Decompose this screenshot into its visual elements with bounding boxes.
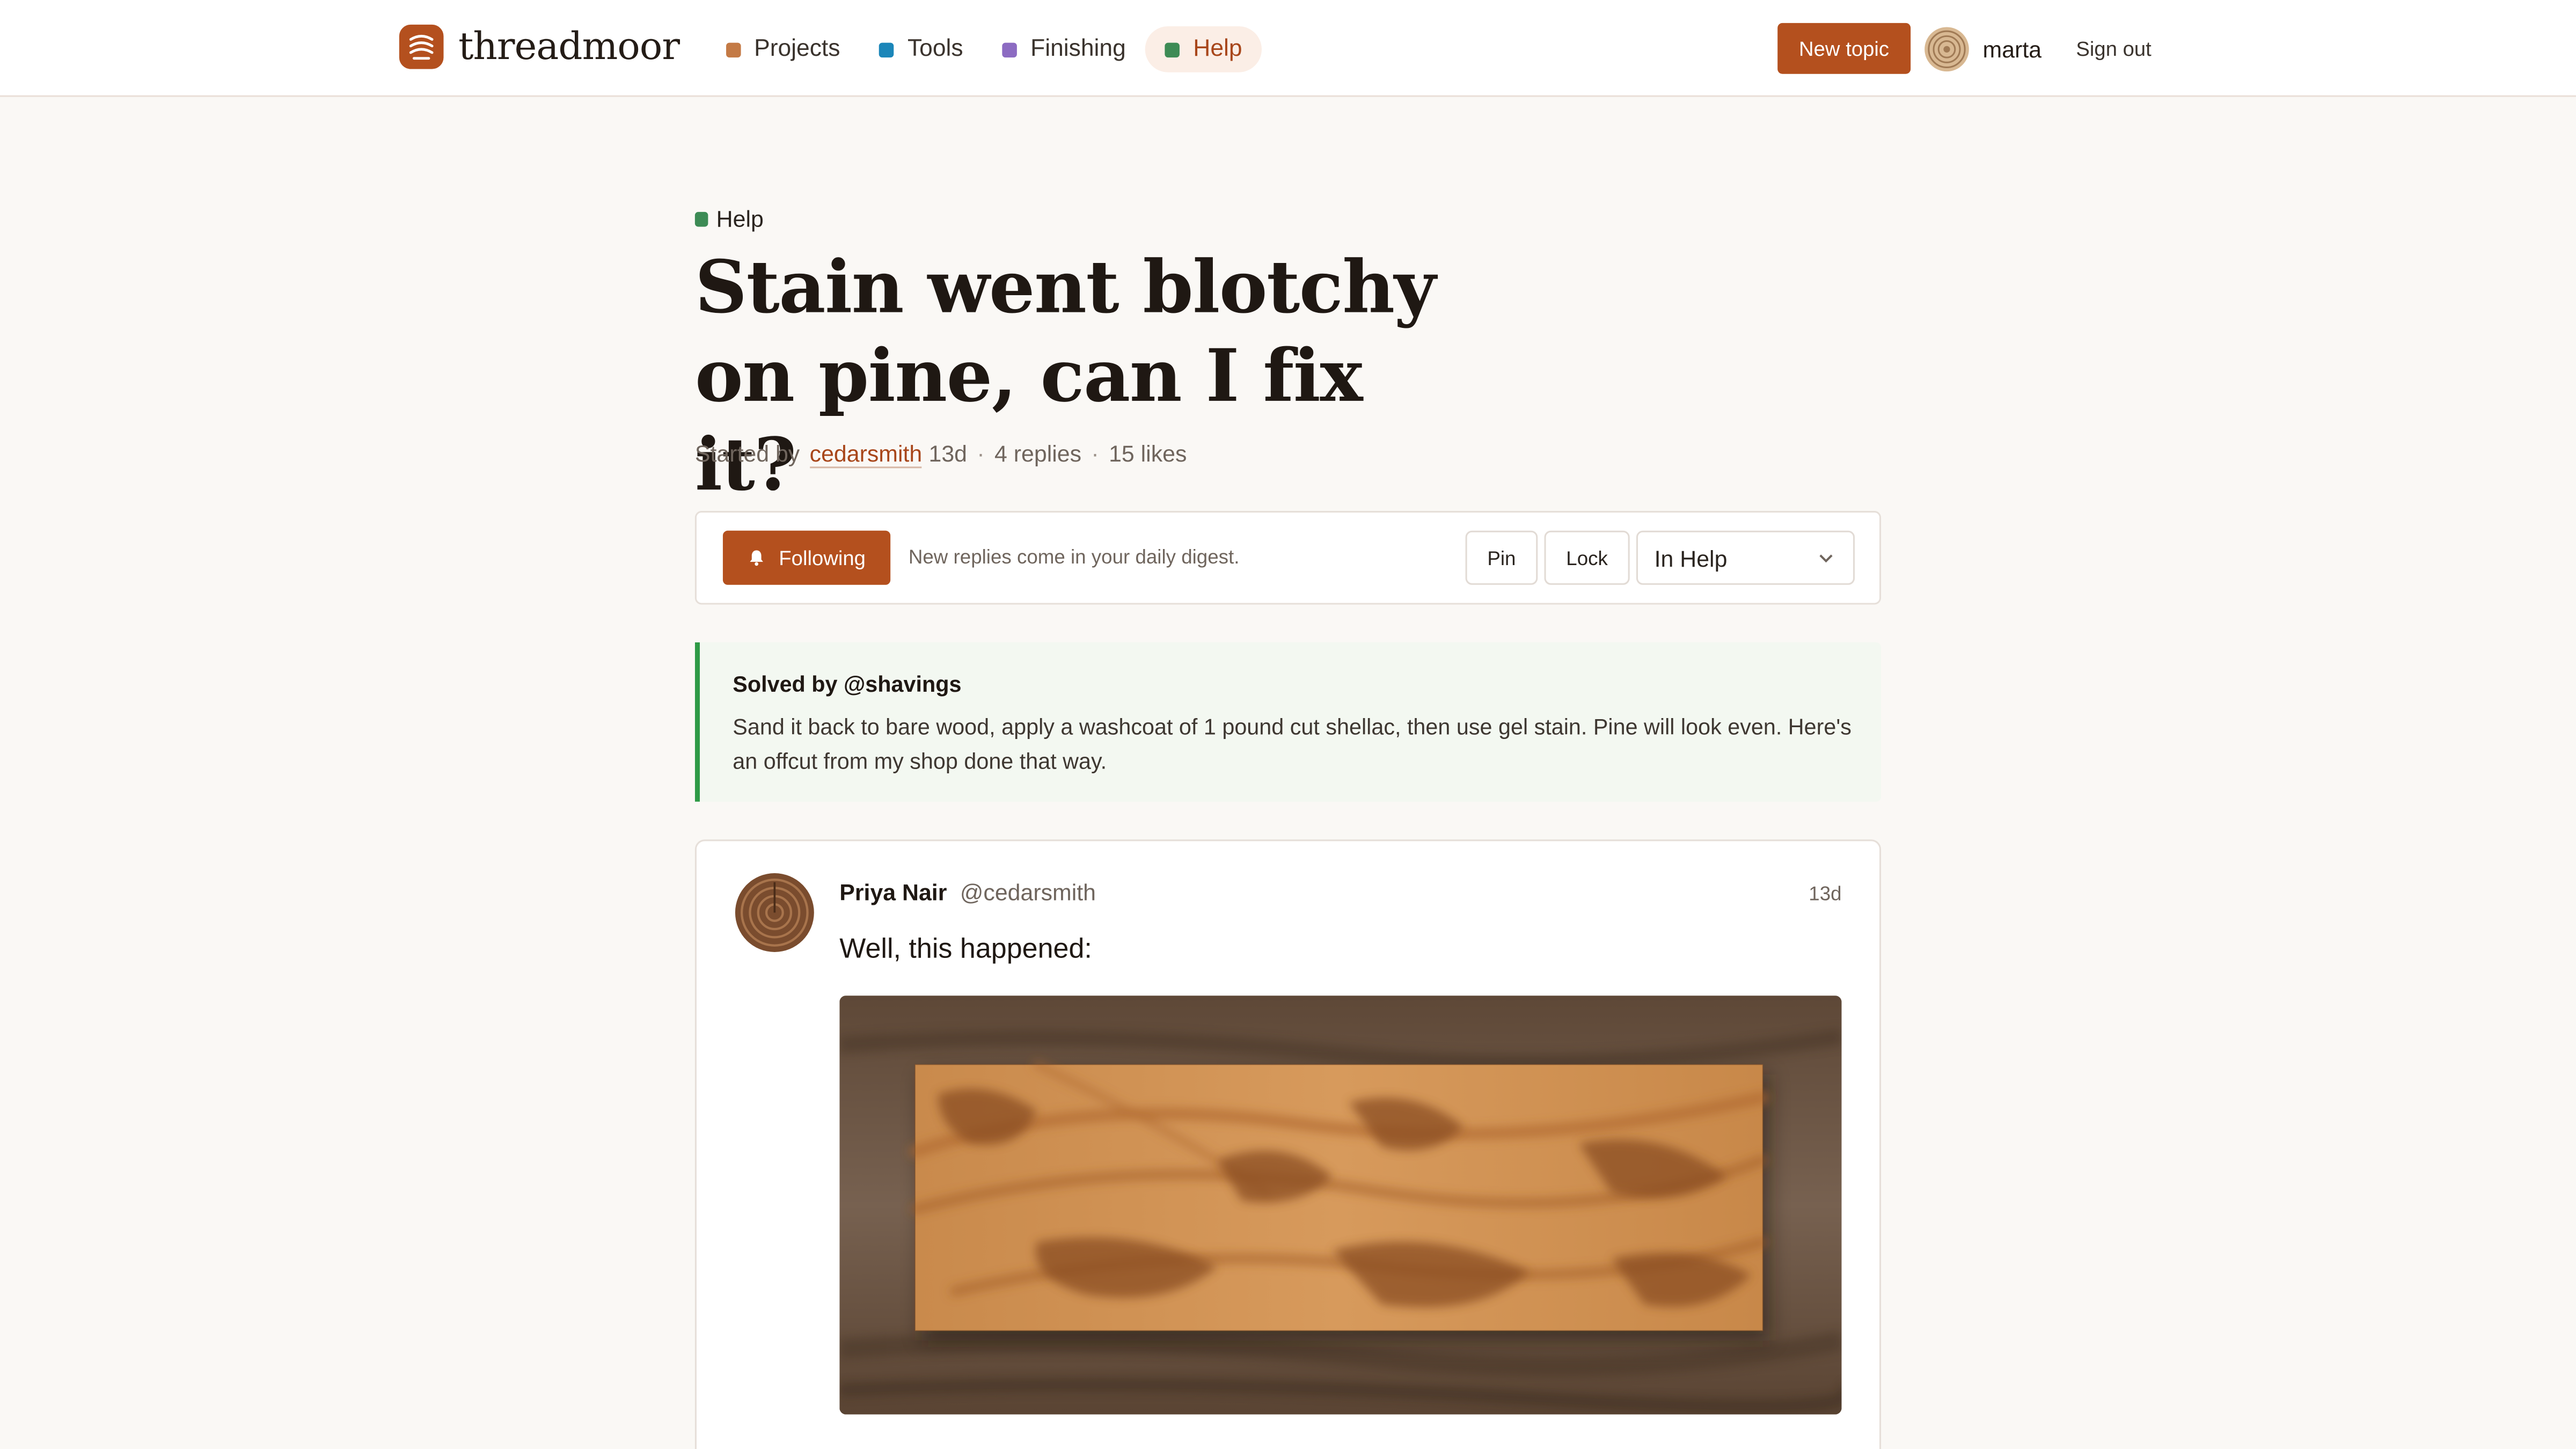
bell-icon [750,550,764,566]
solution-heading: Solved by @shavings [733,672,962,697]
following-button[interactable]: Following [722,530,891,585]
started-by-label: Started by [694,440,800,467]
user-avatar[interactable] [1923,25,1970,71]
post-author-avatar[interactable] [734,872,815,953]
brand-logo-icon [399,24,444,69]
header-actions: New topic marta Sign out [1777,23,2151,74]
solution-body: Sand it back to bare wood, apply a washc… [733,714,1851,774]
meta-separator: · [977,440,985,467]
nav-item-projects[interactable]: Projects [706,26,860,72]
nav-item-help[interactable]: Help [1145,26,1262,72]
brand[interactable]: threadmoor [399,24,680,69]
solution-callout: Solved by @shavings Sand it back to bare… [694,642,1882,802]
follow-note: New replies come in your daily digest. [908,545,1240,569]
finishing-color-icon [1002,42,1018,57]
topic-category[interactable]: Help [694,205,764,232]
nav-item-label: Tools [907,36,963,63]
category-nav: Projects Tools Finishing Help [706,26,1262,72]
like-count: 15 likes [1109,440,1187,467]
category-select[interactable]: In Help [1636,530,1855,585]
category-select-value: In Help [1654,544,1728,571]
tools-color-icon [879,42,895,57]
user-name[interactable]: marta [1983,35,2042,62]
topic-meta: Started by cedarsmith 13d · 4 replies · … [694,440,1187,469]
topic-title: Stain went blotchy on pine, can I fix it… [694,246,1436,508]
topic-age: 13d [928,440,967,467]
help-color-icon [1165,42,1180,57]
following-label: Following [779,546,866,569]
post-timestamp: 13d [1809,882,1842,905]
nav-item-label: Finishing [1030,36,1126,63]
nav-item-tools[interactable]: Tools [860,26,983,72]
meta-separator: · [1091,440,1099,467]
sign-out-link[interactable]: Sign out [2076,37,2151,60]
post-card: Priya Nair @cedarsmith 13d Well, this ha… [694,839,1882,1449]
top-bar: threadmoor Projects Tools Finishing Help… [0,0,2576,97]
help-color-icon [694,211,708,226]
topic-author-link[interactable]: cedarsmith [809,440,923,469]
pin-button[interactable]: Pin [1465,530,1538,585]
post-author-handle[interactable]: @cedarsmith [960,879,1096,905]
lock-button[interactable]: Lock [1544,530,1630,585]
chevron-down-icon [1819,553,1833,562]
brand-name: threadmoor [458,25,680,69]
post-text: Well, this happened: [839,933,1092,964]
topic-category-label: Help [716,205,764,232]
reply-count: 4 replies [994,440,1082,467]
nav-item-label: Projects [754,36,840,63]
post-author-name[interactable]: Priya Nair [839,879,947,905]
projects-color-icon [726,42,741,57]
post-author: Priya Nair @cedarsmith [839,879,1096,905]
topic-controls: Following New replies come in your daily… [694,511,1882,605]
nav-item-finishing[interactable]: Finishing [983,26,1145,72]
new-topic-button[interactable]: New topic [1777,23,1911,74]
blotchy-pine-photo[interactable] [839,996,1842,1415]
nav-item-label: Help [1193,36,1242,63]
